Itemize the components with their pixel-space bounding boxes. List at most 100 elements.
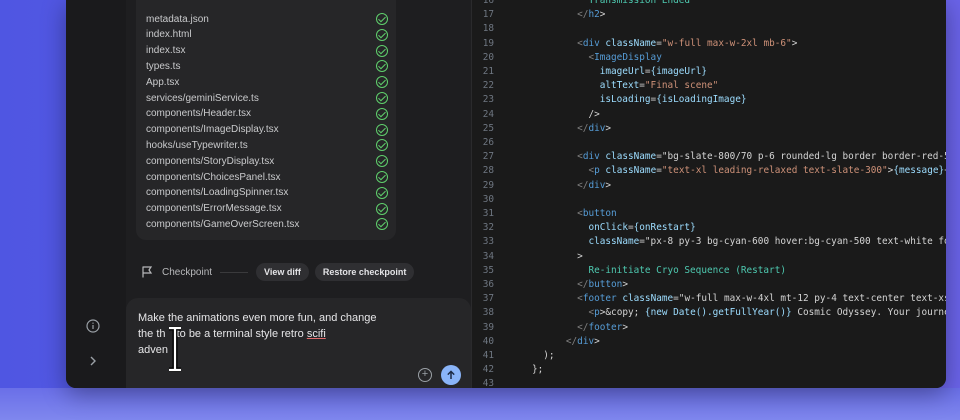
code-text: <div className="bg-slate-800/70 p-6 roun… xyxy=(577,151,946,163)
file-name: components/LoadingSpinner.tsx xyxy=(146,187,289,199)
code-line: 18 xyxy=(472,22,946,36)
check-circle-icon xyxy=(376,28,388,41)
add-icon[interactable]: + xyxy=(418,368,432,382)
code-line: 38 <p>&copy; {new Date().getFullYear()} … xyxy=(472,306,946,320)
code-text: altText="Final scene" xyxy=(599,80,719,92)
check-circle-icon xyxy=(376,123,388,136)
code-text: </div> xyxy=(577,179,612,191)
file-row[interactable]: components/GameOverScreen.tsx xyxy=(146,216,388,232)
code-line: 28 <p className="text-xl leading-relaxed… xyxy=(472,164,946,178)
code-line: 21 imageUrl={imageUrl} xyxy=(472,65,946,79)
code-line: 31 <button xyxy=(472,207,946,221)
file-row[interactable]: components/LoadingSpinner.tsx xyxy=(146,185,388,201)
line-number: 27 xyxy=(482,151,494,163)
restore-checkpoint-button[interactable]: Restore checkpoint xyxy=(314,263,415,281)
file-row[interactable]: metadata.json xyxy=(146,11,388,27)
line-number: 28 xyxy=(482,165,494,177)
file-row[interactable]: components/Header.tsx xyxy=(146,106,388,122)
file-name: components/ImageDisplay.tsx xyxy=(146,124,279,136)
line-number: 24 xyxy=(482,108,494,120)
code-text: Transmission Ended xyxy=(532,0,691,6)
view-diff-button[interactable]: View diff xyxy=(256,263,309,281)
code-line: 36 </button> xyxy=(472,278,946,292)
code-line: 32 onClick={onRestart} xyxy=(472,221,946,235)
flag-icon xyxy=(142,266,153,278)
line-number: 17 xyxy=(482,9,494,21)
file-name: components/GameOverScreen.tsx xyxy=(146,218,300,230)
desktop-background xyxy=(0,388,960,420)
check-circle-icon xyxy=(376,92,388,104)
check-circle-icon xyxy=(376,44,388,57)
file-row[interactable]: index.tsx xyxy=(146,43,388,59)
file-name: components/ChoicesPanel.tsx xyxy=(146,171,281,183)
file-name: hooks/useTypewriter.ts xyxy=(146,139,248,151)
line-number: 21 xyxy=(482,66,494,77)
file-row[interactable]: components/ErrorMessage.tsx xyxy=(146,201,388,217)
code-text: onClick={onRestart} xyxy=(588,222,696,234)
code-line: 19 <div className="w-full max-w-2xl mb-6… xyxy=(472,37,946,51)
chevron-right-icon[interactable] xyxy=(84,352,102,370)
file-row[interactable]: components/StoryDisplay.tsx xyxy=(146,153,388,169)
prompt-line-2c: scifi xyxy=(306,328,326,340)
file-row[interactable]: types.ts xyxy=(146,58,388,74)
code-text: > xyxy=(532,250,583,262)
code-text: /> xyxy=(532,108,600,120)
line-number: 30 xyxy=(482,193,494,205)
file-name: App.tsx xyxy=(146,76,180,88)
code-text: <div className="w-full max-w-2xl mb-6"> xyxy=(577,37,798,49)
file-row[interactable]: components/ChoicesPanel.tsx xyxy=(146,169,388,185)
code-line: 39 </footer> xyxy=(472,321,946,335)
file-row[interactable]: App.tsx xyxy=(146,74,388,90)
prompt-line-2a: the th xyxy=(138,328,166,340)
code-line: 17 </h2> xyxy=(472,8,946,22)
prompt-line-3: adven xyxy=(138,344,168,356)
line-number: 42 xyxy=(482,364,494,376)
code-line: 35 Re-initiate Cryo Sequence (Restart) xyxy=(472,264,946,278)
check-circle-icon xyxy=(376,60,388,73)
line-number: 40 xyxy=(482,335,494,347)
line-number: 39 xyxy=(482,321,494,333)
line-number: 29 xyxy=(482,179,494,191)
line-number: 41 xyxy=(482,350,494,361)
code-line: 42}; xyxy=(472,363,946,377)
code-text: }; xyxy=(532,364,544,376)
divider xyxy=(220,271,249,273)
code-line: 22 altText="Final scene" xyxy=(472,79,946,93)
line-number: 16 xyxy=(482,0,494,6)
line-number: 31 xyxy=(482,208,494,219)
file-row[interactable]: services/geminiService.ts xyxy=(146,90,388,106)
file-row[interactable]: index.html xyxy=(146,27,388,43)
line-number: 18 xyxy=(482,23,494,35)
file-name: metadata.json xyxy=(146,13,209,25)
code-text: </button> xyxy=(577,279,628,290)
line-number: 33 xyxy=(482,236,494,248)
check-circle-icon xyxy=(376,202,388,215)
file-row[interactable]: hooks/useTypewriter.ts xyxy=(146,137,388,153)
code-line: 26 xyxy=(472,136,946,150)
code-line: 40 </div> xyxy=(472,335,946,349)
code-line: 16 Transmission Ended xyxy=(472,0,946,8)
file-name: services/geminiService.ts xyxy=(146,92,259,104)
code-editor[interactable]: 16 Transmission Ended 17 </h2> 18 19 <div c… xyxy=(471,0,946,388)
arrow-up-icon xyxy=(447,370,455,379)
changed-files-list: metadata.json index.html index.tsx types.ts… xyxy=(136,0,396,240)
code-text: <ImageDisplay xyxy=(588,51,662,63)
code-text: <footer className="w-full max-w-4xl mt-1… xyxy=(577,293,946,305)
code-line: 23 isLoading={isLoadingImage} xyxy=(472,93,946,107)
code-line: 43 xyxy=(472,377,946,388)
check-circle-icon xyxy=(376,139,388,152)
code-line: 25 </div> xyxy=(472,122,946,136)
code-line: 20 <ImageDisplay xyxy=(472,51,946,65)
line-number: 20 xyxy=(482,51,494,63)
code-text: isLoading={isLoadingImage} xyxy=(599,94,747,106)
file-name: components/StoryDisplay.tsx xyxy=(146,155,275,167)
checkpoint-bar: Checkpoint View diff Restore checkpoint xyxy=(136,262,466,282)
info-icon[interactable] xyxy=(84,317,102,335)
code-line: 37 <footer className="w-full max-w-4xl m… xyxy=(472,292,946,306)
code-line: 33 className="px-8 py-3 bg-cyan-600 hove… xyxy=(472,235,946,249)
send-button[interactable] xyxy=(441,365,461,385)
code-line: 41 ); xyxy=(472,349,946,363)
code-text: </div> xyxy=(565,335,600,347)
line-number: 43 xyxy=(482,378,494,388)
file-row[interactable]: components/ImageDisplay.tsx xyxy=(146,122,388,138)
